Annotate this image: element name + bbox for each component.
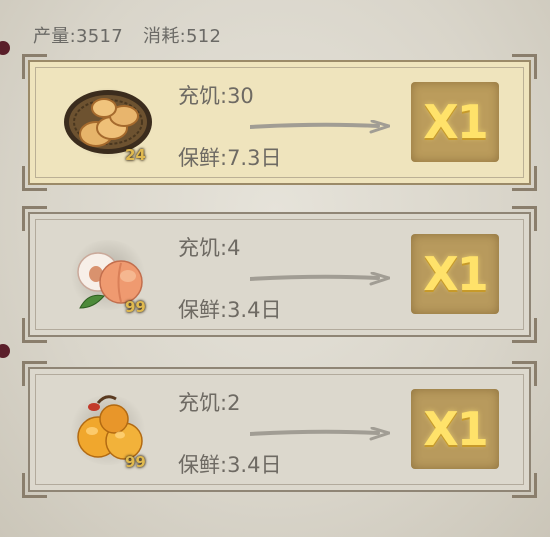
food-item-card[interactable]: 99 充饥:4 保鲜:3.4日 X1 — [22, 206, 537, 343]
food-item-card[interactable]: 99 充饥:2 保鲜:3.4日 X1 — [22, 361, 537, 498]
hunger-value: 充饥:2 — [178, 391, 241, 415]
item-count: 99 — [125, 298, 146, 316]
freshness-value: 保鲜:7.3日 — [178, 146, 282, 170]
production-label: 产量:3517 — [33, 26, 123, 47]
multiplier-label: X1 — [423, 247, 488, 301]
arrow-icon — [250, 272, 390, 286]
arrow-icon — [250, 427, 390, 441]
binder-hole-bottom — [0, 344, 10, 358]
multiplier-label: X1 — [423, 402, 488, 456]
hunger-value: 充饥:30 — [178, 84, 254, 108]
food-item-card[interactable]: 24 充饥:30 保鲜:7.3日 X1 — [22, 54, 537, 191]
multiplier-button[interactable]: X1 — [411, 389, 499, 469]
item-count: 99 — [125, 453, 146, 471]
freshness-value: 保鲜:3.4日 — [178, 453, 282, 477]
hunger-value: 充饥:4 — [178, 236, 241, 260]
binder-hole-top — [0, 41, 10, 55]
arrow-icon — [250, 120, 390, 134]
consumption-label: 消耗:512 — [143, 26, 222, 47]
multiplier-button[interactable]: X1 — [411, 234, 499, 314]
freshness-value: 保鲜:3.4日 — [178, 298, 282, 322]
multiplier-button[interactable]: X1 — [411, 82, 499, 162]
item-count: 24 — [125, 146, 146, 164]
multiplier-label: X1 — [423, 95, 488, 149]
resource-summary: 产量:3517 消耗:512 — [33, 22, 235, 48]
